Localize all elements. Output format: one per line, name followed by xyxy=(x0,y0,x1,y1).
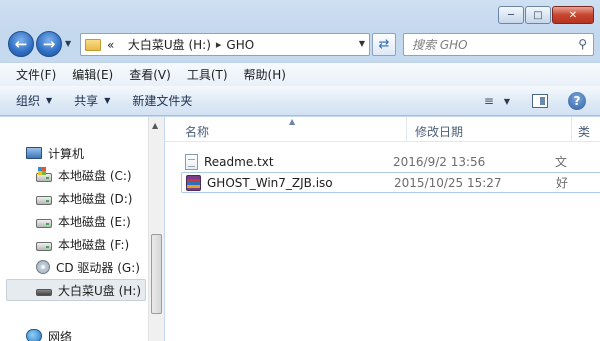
menu-tools[interactable]: 工具(T) xyxy=(179,66,236,83)
share-label: 共享 xyxy=(74,94,99,108)
file-type: 好 xyxy=(556,176,569,190)
arrow-left-icon: ← xyxy=(14,35,28,53)
tree-label: 本地磁盘 (F:) xyxy=(58,237,130,252)
cd-drive-icon xyxy=(36,260,50,274)
menu-help[interactable]: 帮助(H) xyxy=(236,66,294,83)
tree-item-drive-e[interactable]: 本地磁盘 (E:) xyxy=(0,210,146,232)
address-overflow[interactable]: « xyxy=(107,38,114,52)
breadcrumb-folder[interactable]: GHO xyxy=(226,38,254,52)
share-button[interactable]: 共享 ▼ xyxy=(74,92,110,109)
column-type[interactable]: 类 xyxy=(578,123,590,140)
chevron-down-icon: ▼ xyxy=(46,96,53,105)
hard-drive-icon xyxy=(36,195,52,205)
maximize-icon: □ xyxy=(533,9,543,21)
file-list: ▲ 名称 修改日期 类 Readme.txt 2016/9/2 13:56 文 … xyxy=(165,117,600,341)
tree-label: 本地磁盘 (E:) xyxy=(58,214,131,229)
recent-pages-dropdown[interactable]: ▼ xyxy=(65,39,71,48)
view-dropdown-icon[interactable]: ▼ xyxy=(504,97,510,106)
file-row[interactable]: Readme.txt 2016/9/2 13:56 文 xyxy=(181,151,600,172)
scrollbar-thumb[interactable] xyxy=(151,234,162,314)
tree-item-drive-d[interactable]: 本地磁盘 (D:) xyxy=(0,187,146,209)
refresh-icon: ⇄ xyxy=(378,37,390,52)
search-placeholder: 搜索 GHO xyxy=(412,38,468,52)
text-file-icon xyxy=(185,153,198,170)
tree-label: 本地磁盘 (D:) xyxy=(58,191,133,206)
file-name: Readme.txt xyxy=(204,154,274,169)
address-dropdown-icon[interactable]: ▼ xyxy=(359,39,365,48)
new-folder-label: 新建文件夹 xyxy=(132,94,193,108)
file-name-cell: GHOST_Win7_ZJB.iso xyxy=(182,174,394,191)
system-drive-icon xyxy=(36,166,52,182)
minimize-button[interactable]: ─ xyxy=(498,6,524,24)
close-button[interactable]: ✕ xyxy=(552,6,594,24)
toolbar-right-group: ≡ ▼ ? xyxy=(484,86,600,116)
menu-bar: 文件(F) 编辑(E) 查看(V) 工具(T) 帮助(H) xyxy=(0,62,600,86)
hard-drive-icon xyxy=(36,241,52,251)
breadcrumb-chevron-icon xyxy=(119,38,123,51)
tree-label: 本地磁盘 (C:) xyxy=(58,168,132,183)
maximize-button[interactable]: □ xyxy=(525,6,551,24)
tree-item-computer[interactable]: 计算机 xyxy=(0,142,146,164)
column-headers: ▲ 名称 修改日期 类 xyxy=(165,117,600,142)
help-icon[interactable]: ? xyxy=(568,92,586,110)
file-date: 2015/10/25 15:27 xyxy=(394,175,502,190)
tree-item-cd-g[interactable]: CD 驱动器 (G:) xyxy=(0,256,146,278)
address-bar[interactable]: « 大白菜U盘 (H:) ▸ GHO ▼ xyxy=(80,33,370,56)
column-divider[interactable] xyxy=(406,117,407,142)
tree-item-drive-f[interactable]: 本地磁盘 (F:) xyxy=(0,233,146,255)
menu-edit[interactable]: 编辑(E) xyxy=(64,66,121,83)
organize-button[interactable]: 组织 ▼ xyxy=(16,92,52,109)
tree-item-usb-h[interactable]: 大白菜U盘 (H:) xyxy=(6,279,146,301)
column-date[interactable]: 修改日期 xyxy=(415,123,463,140)
file-type: 文 xyxy=(555,155,568,169)
column-divider[interactable] xyxy=(571,117,572,142)
computer-icon xyxy=(26,147,42,159)
refresh-button[interactable]: ⇄ xyxy=(372,33,396,56)
new-folder-button[interactable]: 新建文件夹 xyxy=(132,92,192,109)
folder-icon xyxy=(85,38,101,51)
menu-view[interactable]: 查看(V) xyxy=(121,66,179,83)
back-button[interactable]: ← xyxy=(8,31,34,57)
arrow-right-icon: → xyxy=(42,35,56,53)
preview-pane-icon[interactable] xyxy=(532,94,548,108)
breadcrumb-drive[interactable]: 大白菜U盘 (H:) xyxy=(128,36,211,53)
breadcrumb-separator-icon[interactable]: ▸ xyxy=(216,38,222,51)
chevron-down-icon: ▼ xyxy=(104,96,111,105)
tree-label: CD 驱动器 (G:) xyxy=(56,260,140,275)
window-caption-buttons: ─ □ ✕ xyxy=(498,6,594,24)
menu-file[interactable]: 文件(F) xyxy=(8,66,64,83)
tree-item-drive-c[interactable]: 本地磁盘 (C:) xyxy=(0,164,146,186)
scroll-up-icon[interactable]: ▲ xyxy=(152,121,158,130)
tree-label: 大白菜U盘 (H:) xyxy=(58,283,142,298)
tree-item-network[interactable]: 网络 xyxy=(0,325,146,341)
explorer-window: ─ □ ✕ ← → ▼ « 大白菜U盘 (H:) ▸ GHO ▼ ⇄ 搜索 GH… xyxy=(0,0,600,341)
file-date: 2016/9/2 13:56 xyxy=(393,154,486,169)
file-row-selected[interactable]: GHOST_Win7_ZJB.iso 2015/10/25 15:27 好 xyxy=(181,172,600,193)
archive-file-icon xyxy=(186,174,201,191)
navigation-bar: ← → ▼ « 大白菜U盘 (H:) ▸ GHO ▼ ⇄ 搜索 GHO ⚲ xyxy=(6,30,594,58)
column-name[interactable]: 名称 xyxy=(185,123,209,140)
navigation-scrollbar[interactable]: ▲ xyxy=(148,117,164,341)
organize-label: 组织 xyxy=(16,94,41,108)
file-name-cell: Readme.txt xyxy=(181,153,393,170)
usb-drive-icon xyxy=(36,289,52,296)
sort-ascending-icon: ▲ xyxy=(289,117,296,126)
tree-label: 计算机 xyxy=(48,146,85,161)
network-icon xyxy=(26,329,42,341)
close-icon: ✕ xyxy=(568,9,578,21)
forward-button[interactable]: → xyxy=(36,31,62,57)
hard-drive-icon xyxy=(36,218,52,228)
search-icon[interactable]: ⚲ xyxy=(578,37,587,51)
search-input[interactable]: 搜索 GHO ⚲ xyxy=(403,33,594,56)
navigation-pane: 计算机 本地磁盘 (C:) 本地磁盘 (D:) 本地磁盘 (E:) 本地磁盘 (… xyxy=(0,117,164,341)
tree-label: 网络 xyxy=(48,329,73,341)
file-name: GHOST_Win7_ZJB.iso xyxy=(207,175,333,190)
command-bar: 组织 ▼ 共享 ▼ 新建文件夹 ≡ ▼ ? xyxy=(0,86,600,116)
minimize-icon: ─ xyxy=(507,9,515,21)
view-options-icon[interactable]: ≡ xyxy=(484,95,500,107)
